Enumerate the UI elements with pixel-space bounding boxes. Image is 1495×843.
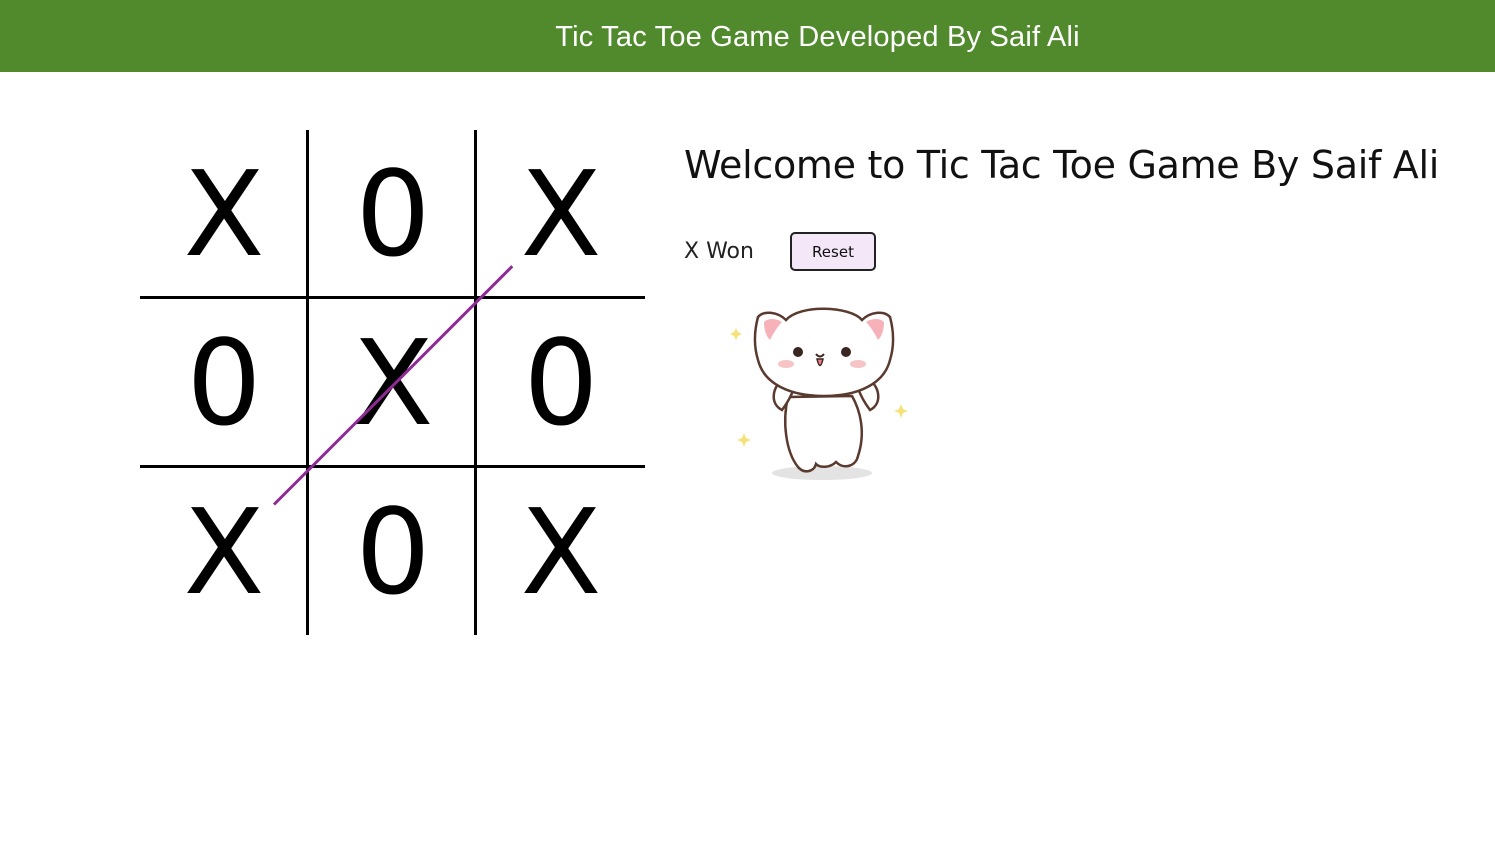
reset-button[interactable]: Reset [790,232,876,271]
cell-mark: 0 [355,145,431,283]
info-panel: Welcome to Tic Tac Toe Game By Saif Ali [684,143,1439,187]
board-cell-9[interactable]: X [477,468,645,636]
board-cell-8[interactable]: 0 [309,468,477,636]
navbar: Tic Tac Toe Game Developed By Saif Ali [0,0,1495,72]
cell-mark: X [520,145,602,283]
game-status: X Won [684,239,754,264]
board-cell-6[interactable]: 0 [477,299,645,467]
board-cell-2[interactable]: 0 [309,130,477,298]
cell-mark: 0 [355,483,431,621]
cell-mark: X [183,145,265,283]
board-cell-1[interactable]: X [140,130,308,298]
cell-mark: 0 [523,314,599,452]
welcome-heading: Welcome to Tic Tac Toe Game By Saif Ali [684,143,1440,187]
celebration-cat-image [720,292,920,487]
navbar-title: Tic Tac Toe Game Developed By Saif Ali [555,20,1080,53]
cat-icon [730,307,908,480]
cell-mark: X [183,483,265,621]
status-row: X Won Reset [684,232,876,271]
cell-mark: 0 [186,314,262,452]
board-cell-4[interactable]: 0 [140,299,308,467]
cell-mark: X [520,483,602,621]
